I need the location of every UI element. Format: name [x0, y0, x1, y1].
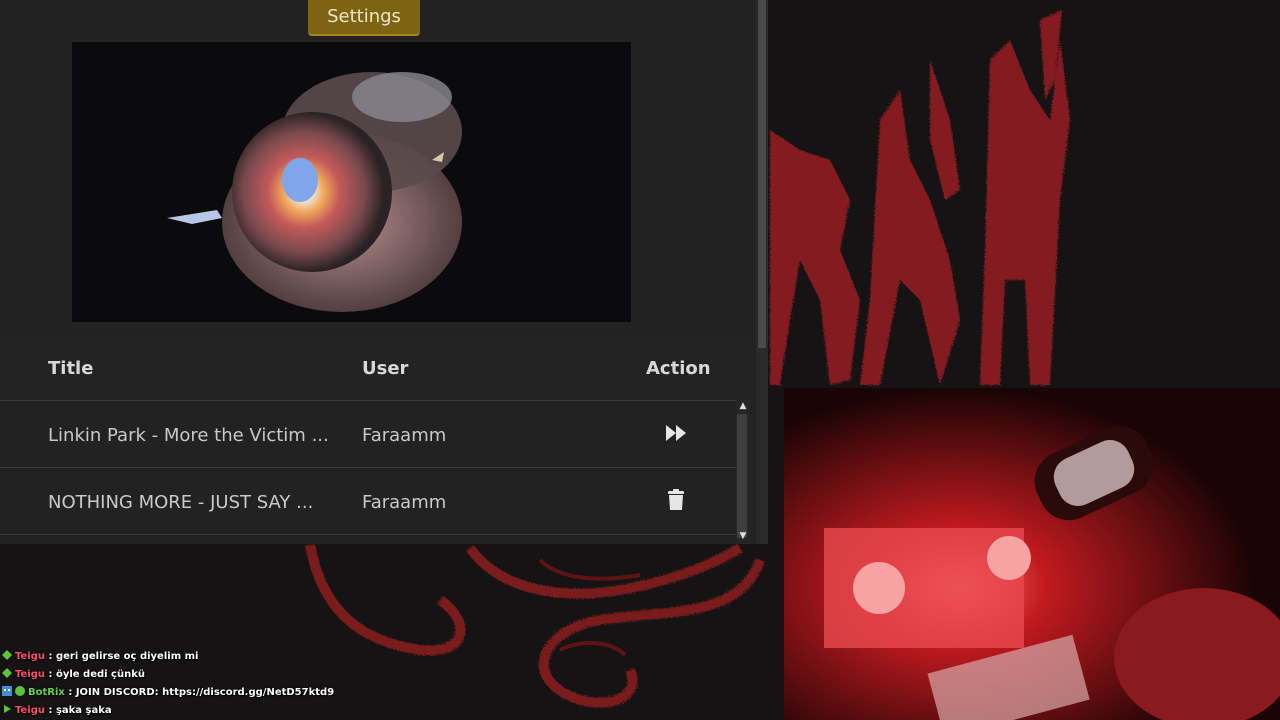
chat-separator: : — [44, 669, 56, 680]
chat-separator: : — [44, 705, 56, 716]
column-user-header: User — [362, 358, 409, 379]
panel-scrollbar-thumb[interactable] — [758, 0, 766, 348]
row-title: NOTHING MORE - JUST SAY ... — [48, 492, 314, 513]
diamond-icon — [2, 668, 12, 678]
chat-message: Teigu : öyle dedi çünkü — [2, 666, 402, 684]
video-frame-explosion — [72, 42, 631, 322]
queue-table-header: Title User Action — [0, 336, 750, 401]
chat-message: BotRix : JOIN DISCORD: https://discord.g… — [2, 684, 402, 702]
table-row: Linkin Park - More the Victim ... Faraam… — [0, 401, 736, 468]
trash-icon[interactable] — [664, 488, 688, 512]
verified-icon — [15, 686, 25, 696]
panel-scrollbar[interactable] — [756, 0, 768, 544]
chat-overlay: Teigu : geri gelirse oç diyelim mi Teigu… — [2, 648, 402, 720]
scroll-up-arrow-icon[interactable]: ▲ — [737, 400, 749, 412]
row-user: Faraamm — [362, 492, 447, 513]
chat-message: Teigu : geri gelirse oç diyelim mi — [2, 648, 402, 666]
chat-separator: : — [64, 687, 76, 698]
column-action-header: Action — [646, 358, 711, 379]
video-player[interactable] — [72, 42, 631, 322]
scroll-down-arrow-icon[interactable]: ▼ — [737, 530, 749, 542]
chat-username: Teigu — [15, 651, 45, 662]
chat-text: şaka şaka — [55, 705, 112, 716]
table-row: NOTHING MORE - JUST SAY ... Faraamm — [0, 468, 736, 535]
arrow-icon — [4, 705, 11, 713]
music-request-panel: Settings Title User Action Linkin Park -… — [0, 0, 768, 544]
chat-text: JOIN DISCORD: https://discord.gg/NetD57k… — [75, 687, 335, 698]
chat-separator: : — [44, 651, 56, 662]
row-title: Linkin Park - More the Victim ... — [48, 425, 329, 446]
bot-icon — [2, 686, 12, 696]
diamond-icon — [2, 650, 12, 660]
column-title-header: Title — [48, 358, 94, 379]
fast-forward-icon[interactable] — [664, 421, 688, 445]
chat-username: Teigu — [15, 669, 45, 680]
webcam-feed — [784, 388, 1280, 720]
chat-username: BotRix — [28, 687, 65, 698]
chat-text: öyle dedi çünkü — [55, 669, 145, 680]
row-user: Faraamm — [362, 425, 447, 446]
settings-button[interactable]: Settings — [308, 0, 420, 36]
chat-message: Teigu : şaka şaka — [2, 702, 402, 720]
chat-text: geri gelirse oç diyelim mi — [55, 651, 199, 662]
queue-scrollbar[interactable]: ▲ ▼ — [736, 400, 750, 544]
chat-username: Teigu — [15, 705, 45, 716]
webcam-image — [784, 388, 1280, 720]
scrollbar-thumb[interactable] — [737, 414, 747, 538]
